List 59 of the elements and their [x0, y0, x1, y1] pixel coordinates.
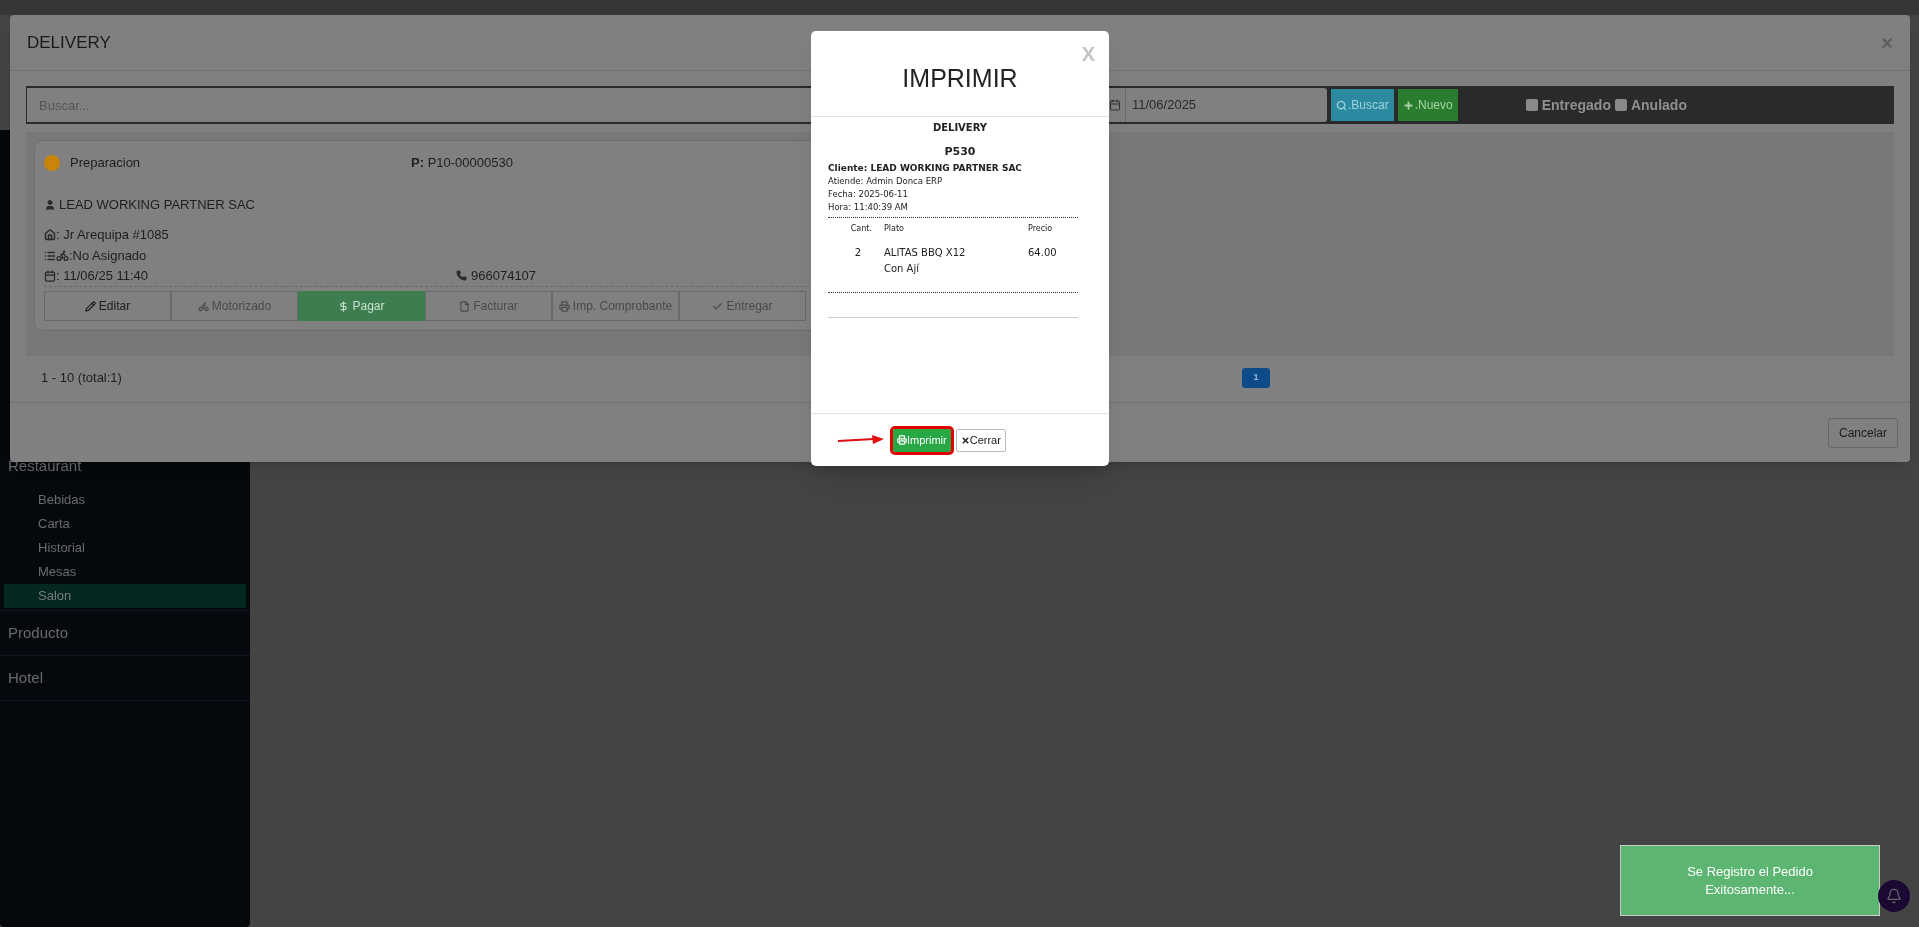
dialog-title: DELIVERY	[27, 31, 111, 54]
print-button[interactable]: Imprimir	[893, 428, 951, 452]
house-icon	[44, 229, 56, 241]
close-button[interactable]: Cerrar	[955, 428, 1006, 452]
receipt-line: Hora: 11:40:39 AM	[828, 201, 909, 214]
receipt-line: Fecha: 2025-06-11	[828, 188, 909, 201]
sidebar-subitem[interactable]: Salon	[4, 584, 246, 608]
sidebar-subitem[interactable]: Mesas	[4, 560, 246, 584]
action-button[interactable]: Pagar	[298, 291, 425, 321]
table-cell-text: 64.00	[1028, 246, 1057, 260]
close-icon	[960, 435, 970, 445]
pagination-summary: 1 - 10 (total:1)	[40, 369, 123, 388]
order-date: : 11/06/25 11:40	[56, 266, 150, 285]
calendar-icon	[1109, 99, 1121, 111]
receipt-client: Cliente: LEAD WORKING PARTNER SAC	[828, 161, 1023, 175]
plus-icon	[1402, 99, 1414, 111]
dollar-icon	[338, 300, 350, 312]
table-cell-text: ALITAS BBQ X12	[884, 246, 967, 260]
sidebar-subitem[interactable]: Historial	[4, 536, 246, 560]
receipt-heading: DELIVERY	[931, 121, 989, 135]
order-code: P: P10-00000530	[411, 154, 513, 173]
filter-label: Entregado	[1541, 95, 1611, 115]
printer-icon	[558, 300, 570, 312]
page-button[interactable]: 1	[1242, 368, 1270, 388]
check-icon	[712, 300, 724, 312]
pencil-icon	[84, 300, 96, 312]
order-status: Preparacion	[70, 154, 142, 173]
sidebar-subitem[interactable]: Bebidas	[4, 488, 246, 512]
table-cell-text: Con Ají	[884, 262, 920, 276]
action-button[interactable]: Editar	[44, 291, 171, 321]
bell-icon	[1886, 888, 1902, 904]
checkbox[interactable]	[1525, 99, 1538, 111]
person-icon	[44, 199, 56, 211]
new-button[interactable]: .Nuevo	[1397, 89, 1458, 121]
list-icon	[44, 249, 56, 262]
checkbox[interactable]	[1614, 99, 1627, 111]
filter-label: Anulado	[1630, 95, 1687, 115]
sidebar-item[interactable]: Hotel	[0, 656, 250, 700]
column-header: Plato	[883, 223, 905, 235]
search-button[interactable]: .Buscar	[1331, 89, 1394, 121]
receipt-order: P530	[943, 144, 977, 160]
address-text: : Jr Arequipa #1085	[56, 226, 169, 245]
cancel-button[interactable]: Cancelar	[1827, 418, 1898, 448]
printer-icon	[897, 435, 907, 445]
driver-text: :No Asignado	[69, 246, 147, 265]
customer-name: LEAD WORKING PARTNER SAC	[59, 196, 255, 215]
sidebar-subitem[interactable]: Carta	[4, 512, 246, 536]
search-icon	[1336, 99, 1347, 111]
phone-icon	[456, 270, 467, 281]
toast-notification: Se Registro el Pedido Exitosamente...	[1620, 845, 1880, 916]
calendar-icon	[44, 269, 56, 282]
column-header: Cant.	[849, 223, 873, 235]
notification-button[interactable]	[1878, 880, 1910, 912]
receipt-line: Atiende: Admin Donca ERP	[828, 175, 944, 188]
sidebar-item[interactable]: Producto	[0, 611, 250, 655]
phone-number: 966074107	[471, 266, 537, 285]
table-cell-text: 2	[853, 246, 863, 260]
column-header: Precio	[1028, 223, 1053, 235]
document-icon	[459, 300, 471, 312]
